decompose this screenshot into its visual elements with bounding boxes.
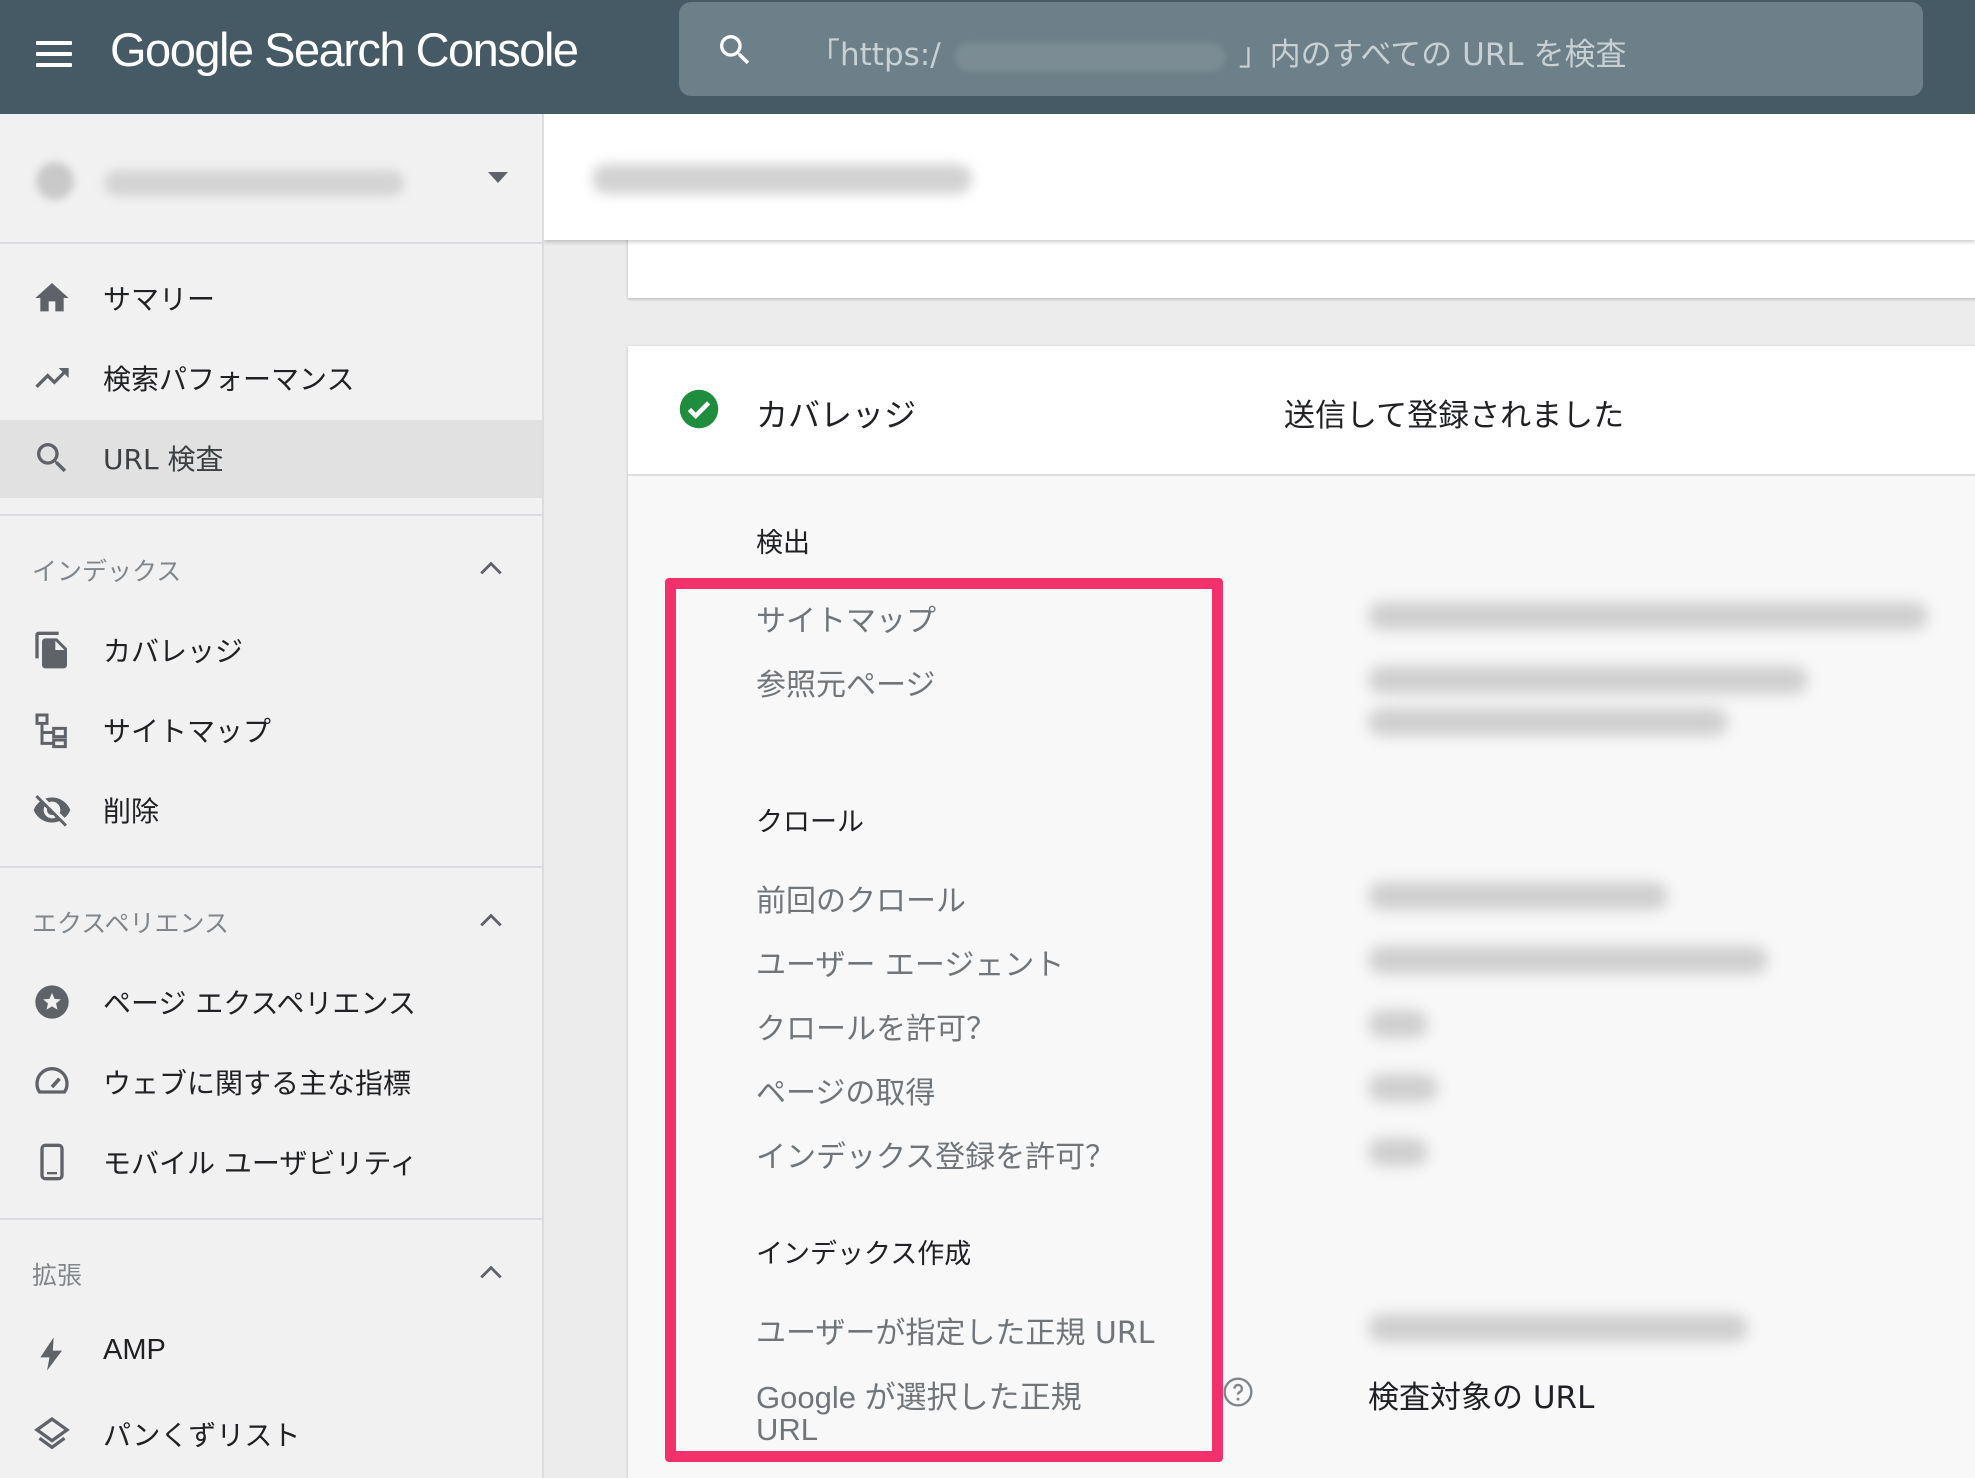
row-last-crawl-value-redacted [1368, 882, 1668, 910]
row-google-canonical-label-cont: URL [756, 1412, 818, 1448]
divider [0, 1218, 542, 1220]
inspected-url-header [544, 114, 1975, 240]
nav-label: パンくずリスト [103, 1419, 301, 1452]
nav-sitemaps[interactable]: サイトマップ [0, 692, 542, 770]
row-sitemaps-value-redacted[interactable] [1368, 602, 1928, 630]
main-content: カバレッジ 送信して登録されました 検出 サイトマップ 参照元ページ クロール … [544, 114, 1975, 1478]
chevron-up-icon [480, 913, 502, 927]
nav-label: ウェブに関する主な指標 [103, 1067, 412, 1100]
nav-removals[interactable]: 削除 [0, 772, 542, 850]
row-sitemaps-label: サイトマップ [756, 604, 936, 639]
nav-label: サマリー [103, 283, 216, 316]
search-icon [720, 35, 750, 65]
row-crawl-allowed-label: クロールを許可？ [756, 1012, 996, 1047]
row-google-canonical-value: 検査対象の URL [1368, 1372, 1594, 1417]
sitemap-icon [35, 713, 67, 749]
row-google-canonical-label: Google が選択した正規 [756, 1372, 1082, 1417]
nav-label: ページ エクスペリエンス [103, 987, 416, 1020]
search-icon [37, 443, 67, 473]
row-page-fetch-label: ページの取得 [756, 1076, 936, 1111]
property-favicon [36, 162, 74, 200]
coverage-title: カバレッジ [756, 396, 917, 434]
top-app-bar: Google Search Console 「https:/ 」内のすべての UR… [0, 0, 1975, 114]
row-last-crawl-label: 前回のクロール [756, 884, 966, 919]
property-selector[interactable] [0, 114, 542, 244]
nav-label: URL 検査 [103, 443, 224, 476]
divider [0, 514, 542, 516]
row-page-fetch-value-redacted [1368, 1074, 1438, 1102]
row-user-canonical-text: ユーザーが指定した正規 URL [756, 1316, 1155, 1351]
layers-icon [34, 1416, 70, 1450]
section-label: インデックス [32, 557, 182, 586]
coverage-card: カバレッジ 送信して登録されました 検出 サイトマップ 参照元ページ クロール … [628, 346, 1975, 1478]
row-user-canonical-label: ユーザーが指定した正規 URL [756, 1308, 1154, 1352]
smartphone-icon [40, 1143, 64, 1181]
row-indexing-allowed-value-redacted [1368, 1138, 1428, 1166]
row-indexing-allowed-label: インデックス登録を許可？ [756, 1140, 1116, 1175]
divider [0, 866, 542, 868]
property-name-redacted [104, 170, 404, 196]
group-crawl-label: クロール [756, 807, 864, 838]
nav-label: 検索パフォーマンス [103, 363, 355, 396]
visibility-off-icon [33, 795, 71, 827]
row-referring-page-value-redacted[interactable] [1368, 708, 1728, 736]
row-google-canonical-line2: URL [756, 1412, 819, 1447]
sidebar: サマリー 検索パフォーマンス URL 検査 インデックス カバレッジ サイトマッ… [0, 114, 544, 1478]
nav-label: AMP [103, 1334, 166, 1366]
redacted-domain [954, 42, 1225, 71]
check-circle-icon [679, 389, 719, 429]
section-experience-header[interactable]: エクスペリエンス [0, 890, 542, 950]
url-inspection-search[interactable]: 「https:/ 」内のすべての URL を検査 [679, 2, 1923, 96]
search-placeholder[interactable]: 「https:/ 」内のすべての URL を検査 [809, 29, 1627, 74]
group-discovery-label: 検出 [756, 528, 810, 559]
lightning-bolt-icon [40, 1337, 62, 1371]
nav-label: サイトマップ [103, 715, 272, 748]
file-copy-icon [35, 631, 67, 669]
hamburger-menu-icon[interactable] [30, 34, 78, 78]
row-crawl-allowed-value-redacted [1368, 1010, 1428, 1038]
row-user-agent-value-redacted [1368, 946, 1768, 974]
home-icon [35, 283, 69, 312]
row-referring-page-value-redacted[interactable] [1368, 666, 1808, 694]
search-placeholder-suffix: 」内のすべての URL を検査 [1238, 37, 1627, 73]
chevron-up-icon [480, 1265, 502, 1279]
dropdown-caret-icon [488, 172, 508, 183]
search-placeholder-prefix: 「https:/ [809, 37, 941, 73]
nav-mobile-usability[interactable]: モバイル ユーザビリティ [0, 1124, 542, 1202]
nav-page-experience[interactable]: ページ エクスペリエンス [0, 964, 542, 1042]
row-google-canonical-value-text: 検査対象の URL [1368, 1380, 1595, 1416]
nav-amp[interactable]: AMP [0, 1316, 542, 1394]
nav-core-web-vitals[interactable]: ウェブに関する主な指標 [0, 1044, 542, 1122]
nav-label: モバイル ユーザビリティ [103, 1147, 418, 1180]
coverage-card-header[interactable]: カバレッジ 送信して登録されました [628, 346, 1975, 476]
trending-up-icon [35, 368, 69, 388]
nav-coverage[interactable]: カバレッジ [0, 612, 542, 690]
nav-label: 削除 [103, 795, 160, 828]
speed-gauge-icon [35, 1067, 69, 1094]
nav-url-inspection[interactable]: URL 検査 [0, 420, 542, 498]
nav-search-performance[interactable]: 検索パフォーマンス [0, 340, 542, 418]
nav-label: カバレッジ [103, 635, 244, 668]
inspected-url-redacted[interactable] [592, 164, 972, 194]
section-enhancements-header[interactable]: 拡張 [0, 1242, 542, 1302]
section-index-header[interactable]: インデックス [0, 538, 542, 598]
chevron-up-icon [480, 561, 502, 575]
nav-summary[interactable]: サマリー [0, 260, 542, 338]
section-label: エクスペリエンス [32, 909, 230, 938]
coverage-status: 送信して登録されました [1284, 398, 1625, 434]
row-user-agent-label: ユーザー エージェント [756, 948, 1065, 983]
app-logo[interactable]: Google Search Console [110, 22, 579, 77]
help-icon[interactable] [1222, 1376, 1254, 1408]
group-indexing-label: インデックス作成 [756, 1239, 972, 1270]
row-user-canonical-value-redacted[interactable] [1368, 1314, 1748, 1342]
row-google-canonical-line1: Google が選択した正規 [756, 1380, 1082, 1415]
section-label: 拡張 [32, 1261, 83, 1290]
nav-breadcrumbs[interactable]: パンくずリスト [0, 1396, 542, 1474]
page-experience-star-icon [35, 985, 69, 1019]
row-referring-page-label: 参照元ページ [756, 668, 936, 703]
